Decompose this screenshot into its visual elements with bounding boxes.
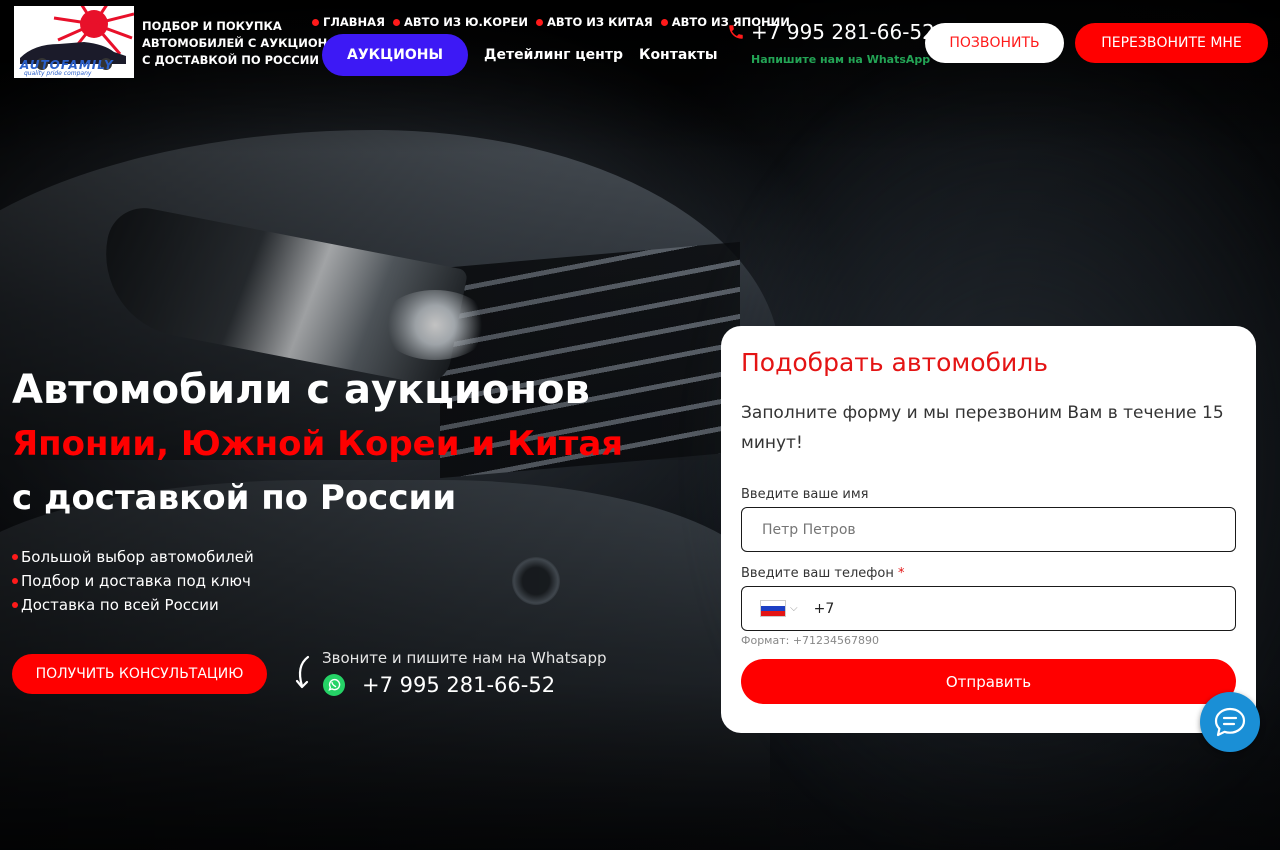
bullet-text: Подбор и доставка под ключ (21, 572, 251, 590)
name-field[interactable] (741, 507, 1236, 552)
sub-nav: Детейлинг центр Контакты (484, 47, 718, 63)
phone-field: ⌵ (741, 586, 1236, 631)
phone-input[interactable] (813, 600, 1194, 617)
nav-item-label: АВТО ИЗ КИТАЯ (546, 15, 653, 29)
list-item: Большой выбор автомобилей (12, 545, 254, 569)
chat-icon (1214, 707, 1246, 737)
bullet-dot-icon (312, 18, 319, 26)
bullet-dot-icon (12, 554, 18, 560)
nav-item-home[interactable]: ГЛАВНАЯ (312, 15, 385, 29)
nav-item-china[interactable]: АВТО ИЗ КИТАЯ (535, 15, 653, 29)
logo[interactable]: AUTOFAMILY quality pride company (14, 0, 135, 78)
consultation-button[interactable]: ПОЛУЧИТЬ КОНСУЛЬТАЦИЮ (12, 654, 267, 694)
tagline-line: С ДОСТАВКОЙ ПО РОССИИ (142, 53, 319, 67)
hero-bullets: Большой выбор автомобилей Подбор и доста… (12, 545, 254, 617)
curved-arrow-icon (295, 655, 310, 689)
bullet-text: Доставка по всей России (21, 596, 219, 614)
submit-button[interactable]: Отправить (741, 659, 1236, 704)
nav-item-detailing[interactable]: Детейлинг центр (484, 47, 623, 63)
list-item: Доставка по всей России (12, 593, 254, 617)
whatsapp-hint: Звоните и пишите нам на Whatsapp (322, 649, 607, 667)
required-marker: * (897, 566, 905, 581)
phone-label: Введите ваш телефон * (741, 566, 904, 581)
whatsapp-icon[interactable] (322, 673, 346, 697)
phone-icon (729, 25, 743, 39)
bullet-dot-icon (12, 602, 18, 608)
nav-item-korea[interactable]: АВТО ИЗ Ю.КОРЕИ (392, 15, 528, 29)
header-whatsapp-link[interactable]: Напишите нам на WhatsApp (751, 53, 930, 66)
auctions-button[interactable]: АУКЦИОНЫ (322, 34, 468, 76)
nav-item-label: АВТО ИЗ Ю.КОРЕИ (403, 15, 528, 29)
phone-label-text: Введите ваш телефон (741, 566, 894, 581)
header-phone-number: +7 995 281-66-52 (751, 20, 935, 44)
hero-title: Автомобили с аукционов (12, 367, 590, 413)
chevron-down-icon[interactable]: ⌵ (790, 603, 798, 614)
hero-title-delivery: с доставкой по России (12, 478, 457, 518)
whatsapp-phone[interactable]: +7 995 281-66-52 (362, 673, 555, 697)
phone-format-hint: Формат: +71234567890 (741, 634, 880, 647)
hero-title-countries: Японии, Южной Кореи и Китая (12, 424, 624, 464)
list-item: Подбор и доставка под ключ (12, 569, 254, 593)
bullet-dot-icon (660, 18, 668, 26)
bullet-dot-icon (392, 18, 400, 26)
bullet-dot-icon (535, 18, 543, 26)
bullet-text: Большой выбор автомобилей (21, 548, 254, 566)
logo-subtext: quality pride company (24, 70, 92, 77)
call-button[interactable]: ПОЗВОНИТЬ (925, 23, 1064, 63)
form-description: Заполните форму и мы перезвоним Вам в те… (741, 403, 1224, 453)
russia-flag-icon[interactable] (760, 600, 786, 617)
form-title: Подобрать автомобиль (741, 348, 1048, 377)
nav-item-contacts[interactable]: Контакты (639, 47, 718, 63)
top-nav: ГЛАВНАЯ АВТО ИЗ Ю.КОРЕИ АВТО ИЗ КИТАЯ АВ… (312, 15, 790, 29)
nav-item-label: ГЛАВНАЯ (323, 15, 385, 29)
chat-button[interactable] (1200, 692, 1260, 752)
tagline-line: АВТОМОБИЛЕЙ С АУКЦИОНОВ (142, 36, 346, 50)
car-selection-form: Подобрать автомобиль Заполните форму и м… (721, 326, 1256, 733)
header-phone[interactable]: +7 995 281-66-52 (727, 20, 935, 44)
bullet-dot-icon (12, 578, 18, 584)
name-label: Введите ваше имя (741, 487, 869, 502)
callback-button[interactable]: ПЕРЕЗВОНИТЕ МНЕ (1075, 23, 1268, 63)
